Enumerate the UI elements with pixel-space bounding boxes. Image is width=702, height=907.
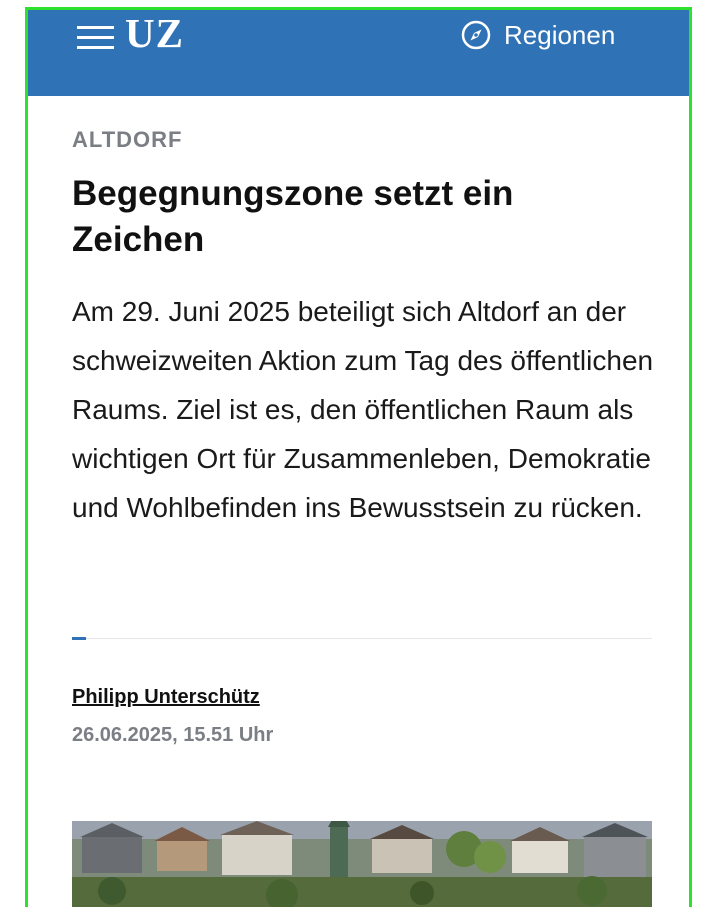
hero-image[interactable] bbox=[72, 821, 652, 907]
publish-date: 26.06.2025, 15.51 Uhr bbox=[72, 724, 274, 746]
regions-label: Regionen bbox=[504, 20, 616, 50]
divider bbox=[72, 638, 652, 639]
page-frame: UZ Regionen ALTDORF Begegnungszone setzt… bbox=[25, 7, 692, 907]
hamburger-icon[interactable] bbox=[77, 26, 114, 50]
divider-accent bbox=[72, 637, 86, 640]
top-navigation-bar: UZ Regionen bbox=[28, 10, 689, 96]
hero-image-illustration bbox=[72, 821, 652, 907]
regions-button[interactable]: Regionen bbox=[460, 18, 615, 52]
article-lead: Am 29. Juni 2025 beteiligt sich Altdorf … bbox=[72, 296, 654, 523]
compass-icon bbox=[461, 20, 491, 50]
article-kicker[interactable]: ALTDORF bbox=[72, 127, 182, 153]
site-logo[interactable]: UZ bbox=[125, 13, 184, 54]
article-headline: Begegnungszone setzt ein Zeichen bbox=[72, 174, 514, 259]
author-link[interactable]: Philipp Unterschütz bbox=[72, 686, 260, 709]
